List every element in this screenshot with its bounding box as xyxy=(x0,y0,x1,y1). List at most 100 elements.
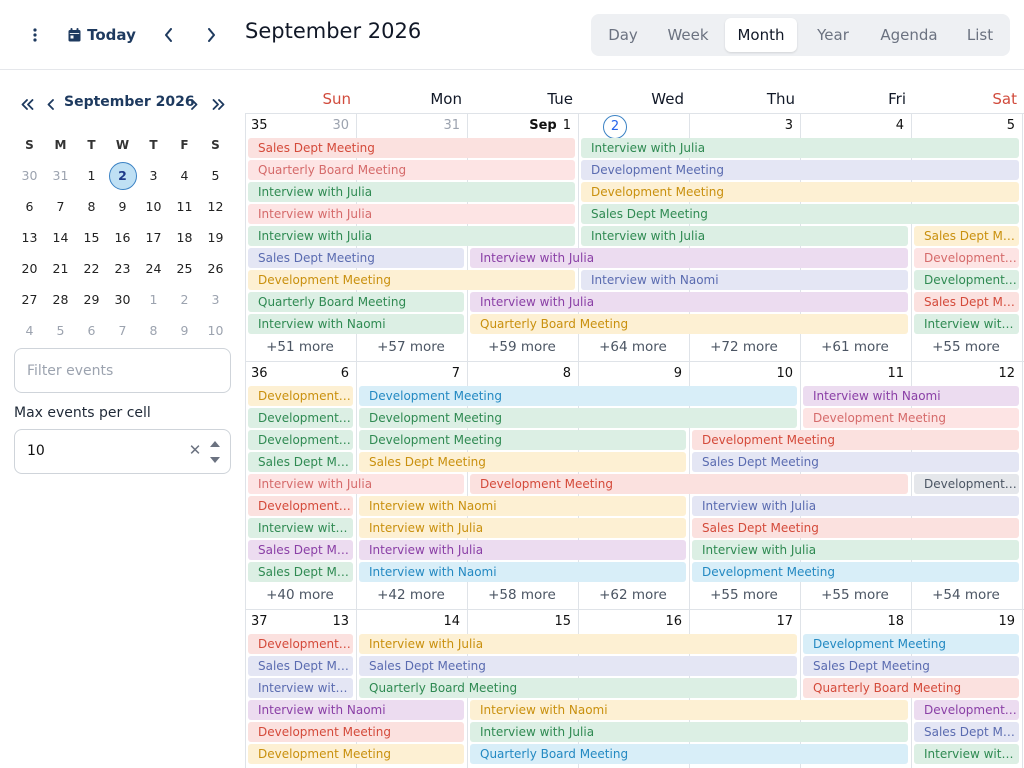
event-chip[interactable]: Quarterly Board Meeting xyxy=(470,314,908,334)
more-events-link[interactable]: +55 more xyxy=(911,339,1021,355)
mini-day[interactable]: 1 xyxy=(138,292,169,307)
event-chip[interactable]: Interview with Julia xyxy=(248,518,353,538)
mini-day[interactable]: 21 xyxy=(45,261,76,276)
mini-day[interactable]: 30 xyxy=(107,292,138,307)
day-number[interactable]: 15 xyxy=(518,614,571,629)
mini-day[interactable]: 18 xyxy=(169,230,200,245)
mini-day[interactable]: 31 xyxy=(45,168,76,183)
clear-icon[interactable]: ✕ xyxy=(187,442,203,458)
more-events-link[interactable]: +55 more xyxy=(800,587,910,603)
day-number[interactable]: Sep 1 xyxy=(518,118,571,133)
view-list-button[interactable]: List xyxy=(955,18,1005,52)
more-events-link[interactable]: +40 more xyxy=(245,587,355,603)
event-chip[interactable]: Interview with Julia xyxy=(692,540,1019,560)
mini-day[interactable]: 3 xyxy=(138,168,169,183)
mini-day[interactable]: 2 xyxy=(107,161,138,190)
event-chip[interactable]: Interview with Julia xyxy=(359,518,686,538)
view-week-button[interactable]: Week xyxy=(653,18,723,52)
event-chip[interactable]: Interview with Julia xyxy=(470,292,908,312)
view-day-button[interactable]: Day xyxy=(595,18,651,52)
event-chip[interactable]: Interview with Julia xyxy=(248,474,464,494)
event-chip[interactable]: Quarterly Board Meeting xyxy=(803,678,1019,698)
event-chip[interactable]: Interview with Julia xyxy=(248,182,575,202)
more-events-link[interactable]: +58 more xyxy=(467,587,577,603)
event-chip[interactable]: Sales Dept Meeting xyxy=(914,722,1019,742)
day-number[interactable]: 6 xyxy=(296,366,349,381)
week-number[interactable]: 37 xyxy=(251,614,268,629)
mini-day[interactable]: 22 xyxy=(76,261,107,276)
event-chip[interactable]: Interview with Julia xyxy=(692,496,1019,516)
event-chip[interactable]: Development Meeting xyxy=(692,430,1019,450)
next-month-button[interactable] xyxy=(198,20,224,50)
day-number[interactable]: 19 xyxy=(962,614,1015,629)
more-events-link[interactable]: +59 more xyxy=(467,339,577,355)
event-chip[interactable]: Interview with Julia xyxy=(581,226,908,246)
max-events-value[interactable]: 10 xyxy=(27,443,45,459)
mini-day[interactable]: 25 xyxy=(169,261,200,276)
mini-day[interactable]: 4 xyxy=(14,323,45,338)
event-chip[interactable]: Sales Dept Meeting xyxy=(803,656,1019,676)
mini-day[interactable]: 5 xyxy=(45,323,76,338)
day-number[interactable]: 14 xyxy=(407,614,460,629)
event-chip[interactable]: Sales Dept Meeting xyxy=(248,452,353,472)
mini-day[interactable]: 27 xyxy=(14,292,45,307)
previous-month-button[interactable] xyxy=(155,20,181,50)
mini-day[interactable]: 12 xyxy=(200,199,231,214)
more-events-link[interactable]: +61 more xyxy=(800,339,910,355)
mini-day[interactable]: 26 xyxy=(200,261,231,276)
event-chip[interactable]: Development Meeting xyxy=(581,182,1019,202)
previous-year-icon[interactable] xyxy=(18,93,36,115)
week-number[interactable]: 36 xyxy=(251,366,268,381)
more-events-link[interactable]: +55 more xyxy=(689,587,799,603)
event-chip[interactable]: Sales Dept Meeting xyxy=(359,656,797,676)
mini-previous-month-icon[interactable] xyxy=(42,93,60,115)
view-agenda-button[interactable]: Agenda xyxy=(871,18,947,52)
event-chip[interactable]: Development Meeting xyxy=(581,160,1019,180)
max-events-field[interactable]: 10 ✕ xyxy=(14,429,231,474)
day-number[interactable]: 31 xyxy=(407,118,460,133)
mini-day[interactable]: 5 xyxy=(200,168,231,183)
event-chip[interactable]: Sales Dept Meeting xyxy=(914,226,1019,246)
event-chip[interactable]: Interview with Naomi xyxy=(248,314,464,334)
event-chip[interactable]: Sales Dept Meeting xyxy=(692,452,1019,472)
day-number[interactable]: 16 xyxy=(629,614,682,629)
more-events-link[interactable]: +62 more xyxy=(578,587,688,603)
more-events-link[interactable]: +57 more xyxy=(356,339,466,355)
event-chip[interactable]: Development Meeting xyxy=(359,386,797,406)
mini-day[interactable]: 3 xyxy=(200,292,231,307)
mini-day[interactable]: 16 xyxy=(107,230,138,245)
day-number[interactable]: 3 xyxy=(740,118,793,133)
event-chip[interactable]: Development Meeting xyxy=(803,634,1019,654)
event-chip[interactable]: Interview with Julia xyxy=(914,744,1019,764)
event-chip[interactable]: Sales Dept Meeting xyxy=(248,540,353,560)
mini-day[interactable]: 7 xyxy=(45,199,76,214)
more-events-link[interactable]: +54 more xyxy=(911,587,1021,603)
mini-day[interactable]: 1 xyxy=(76,168,107,183)
mini-day[interactable]: 10 xyxy=(200,323,231,338)
mini-day[interactable]: 24 xyxy=(138,261,169,276)
event-chip[interactable]: Development Meeting xyxy=(248,634,353,654)
event-chip[interactable]: Development Meeting xyxy=(470,474,908,494)
more-events-link[interactable]: +72 more xyxy=(689,339,799,355)
today-button[interactable]: Today xyxy=(64,20,140,50)
event-chip[interactable]: Interview with Julia xyxy=(581,138,1019,158)
mini-day[interactable]: 9 xyxy=(169,323,200,338)
event-chip[interactable]: Development Meeting xyxy=(248,386,353,406)
event-chip[interactable]: Interview with Julia xyxy=(470,248,908,268)
day-number[interactable]: 30 xyxy=(296,118,349,133)
mini-day[interactable]: 9 xyxy=(107,199,138,214)
week-number[interactable]: 35 xyxy=(251,118,268,133)
event-chip[interactable]: Development Meeting xyxy=(248,744,464,764)
event-chip[interactable]: Development Meeting xyxy=(248,408,353,428)
decrement-icon[interactable] xyxy=(208,454,222,466)
event-chip[interactable]: Quarterly Board Meeting xyxy=(248,160,575,180)
mini-day[interactable]: 23 xyxy=(107,261,138,276)
event-chip[interactable]: Interview with Naomi xyxy=(581,270,908,290)
event-chip[interactable]: Sales Dept Meeting xyxy=(248,248,464,268)
day-number[interactable]: 4 xyxy=(851,118,904,133)
day-number[interactable]: 13 xyxy=(296,614,349,629)
event-chip[interactable]: Sales Dept Meeting xyxy=(914,292,1019,312)
mini-day[interactable]: 7 xyxy=(107,323,138,338)
view-year-button[interactable]: Year xyxy=(802,18,864,52)
mini-day[interactable]: 30 xyxy=(14,168,45,183)
